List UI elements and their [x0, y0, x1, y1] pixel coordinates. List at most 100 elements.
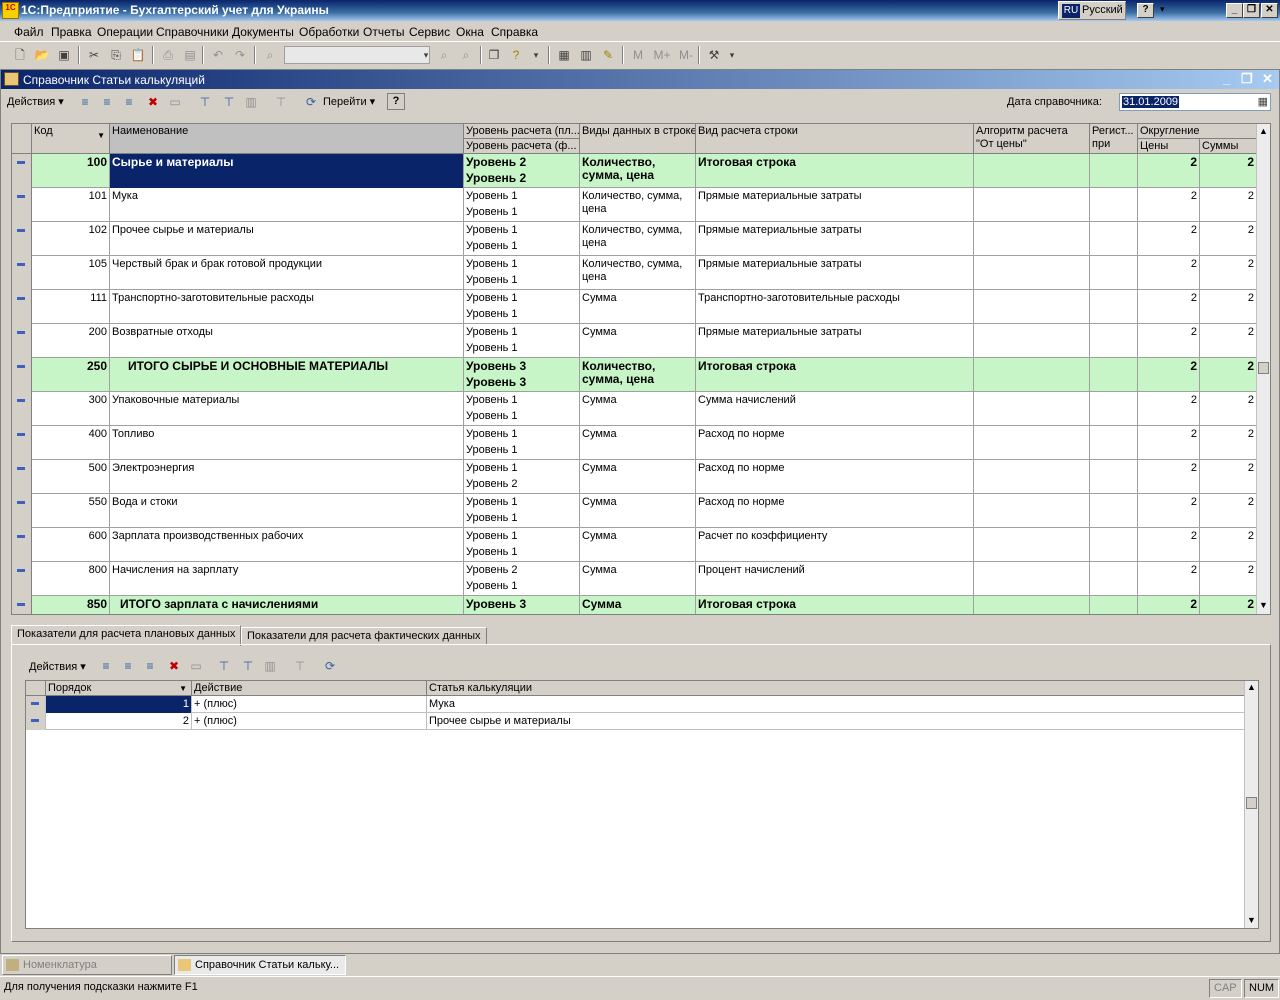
- cell-code[interactable]: 400: [32, 426, 110, 460]
- cell-sum[interactable]: 2: [1200, 290, 1257, 324]
- redo-icon[interactable]: ↷: [232, 47, 248, 63]
- column-header-item[interactable]: Статья калькуляции: [427, 681, 1245, 696]
- cell-name[interactable]: Черствый брак и брак готовой продукции: [110, 256, 464, 290]
- cell-register[interactable]: [1090, 460, 1138, 494]
- cell-data-kinds[interactable]: Сумма: [580, 494, 696, 528]
- memory-minus-button[interactable]: M-: [676, 47, 696, 63]
- cell-algorithm[interactable]: [974, 222, 1090, 256]
- chevron-down-icon[interactable]: ▾: [528, 47, 544, 63]
- cell-sum[interactable]: 2: [1200, 188, 1257, 222]
- calculator-icon[interactable]: ▦: [556, 47, 572, 63]
- help-icon[interactable]: ?: [508, 47, 524, 63]
- filter-list-icon[interactable]: ▥: [243, 94, 259, 110]
- date-input[interactable]: 31.01.2009 ▦: [1119, 93, 1271, 111]
- cell-name[interactable]: Прочее сырье и материалы: [110, 222, 464, 256]
- cell-level[interactable]: Уровень 1 Уровень 1: [464, 222, 580, 256]
- cell-name[interactable]: Сырье и материалы: [110, 154, 464, 188]
- preview-icon[interactable]: ▤: [182, 47, 198, 63]
- goto-menu-button[interactable]: Перейти ▾: [323, 95, 375, 108]
- table-row[interactable]: 100 Сырье и материалы Уровень 2 Уровень 2 Ко…: [12, 154, 1257, 188]
- menu-documents[interactable]: Документы: [232, 25, 294, 39]
- calendar-icon[interactable]: ▦: [1258, 95, 1268, 108]
- cell-register[interactable]: [1090, 358, 1138, 392]
- language-indicator[interactable]: RU Русский: [1058, 1, 1126, 20]
- cell-name[interactable]: Начисления на зарплату: [110, 562, 464, 596]
- filter-icon[interactable]: ⊤: [197, 94, 213, 110]
- find-icon[interactable]: ⌕: [262, 47, 278, 63]
- restore-button[interactable]: ❐: [1243, 3, 1260, 18]
- cell-algorithm[interactable]: [974, 324, 1090, 358]
- search-combo[interactable]: [284, 46, 430, 64]
- cell-level[interactable]: Уровень 1 Уровень 1: [464, 392, 580, 426]
- table-row[interactable]: 200 Возвратные отходы Уровень 1 Уровень 1 Су…: [12, 324, 1257, 358]
- cell-data-kinds[interactable]: Сумма: [580, 528, 696, 562]
- cell-sum[interactable]: 2: [1200, 562, 1257, 596]
- cell-calc-kind[interactable]: Расход по норме: [696, 494, 974, 528]
- cell-code[interactable]: 100: [32, 154, 110, 188]
- new-icon[interactable]: 🗋: [12, 47, 28, 63]
- cell-level[interactable]: Уровень 1 Уровень 1: [464, 528, 580, 562]
- windows-icon[interactable]: ❐: [486, 47, 502, 63]
- cell-calc-kind[interactable]: Итоговая строка: [696, 596, 974, 614]
- scroll-down-icon[interactable]: ▼: [1259, 600, 1268, 610]
- column-header-code[interactable]: Код ▼: [32, 124, 110, 154]
- tab-plan-indicators[interactable]: Показатели для расчета плановых данных: [11, 625, 242, 646]
- table-row[interactable]: 400 Топливо Уровень 1 Уровень 1 Сумма Расход …: [12, 426, 1257, 460]
- cell-algorithm[interactable]: [974, 460, 1090, 494]
- cell-sum[interactable]: 2: [1200, 460, 1257, 494]
- close-button[interactable]: ✕: [1261, 3, 1278, 18]
- column-header-sum[interactable]: Суммы: [1200, 139, 1257, 154]
- tab-fact-indicators[interactable]: Показатели для расчета фактических данны…: [241, 627, 487, 645]
- copy-row-icon[interactable]: ≡: [121, 94, 137, 110]
- cell-data-kinds[interactable]: Сумма: [580, 460, 696, 494]
- scroll-up-icon[interactable]: ▲: [1259, 126, 1268, 136]
- cell-price[interactable]: 2: [1138, 426, 1200, 460]
- cell-calc-kind[interactable]: Расчет по коэффициенту: [696, 528, 974, 562]
- cell-level[interactable]: Уровень 1 Уровень 1: [464, 426, 580, 460]
- cell-code[interactable]: 550: [32, 494, 110, 528]
- cell-level[interactable]: Уровень 1 Уровень 1: [464, 256, 580, 290]
- cell-data-kinds[interactable]: Сумма: [580, 562, 696, 596]
- cell-calc-kind[interactable]: Прямые материальные затраты: [696, 256, 974, 290]
- cell-calc-kind[interactable]: Сумма начислений: [696, 392, 974, 426]
- table-row[interactable]: 800 Начисления на зарплату Уровень 2 Уровен…: [12, 562, 1257, 596]
- copy-row-icon[interactable]: ≡: [142, 658, 158, 674]
- cell-name[interactable]: Вода и стоки: [110, 494, 464, 528]
- table-row[interactable]: 850 ИТОГО зарплата с начислениями Уровень …: [12, 596, 1257, 614]
- cell-sum[interactable]: 2: [1200, 494, 1257, 528]
- table-row[interactable]: 105 Черствый брак и брак готовой продукци…: [12, 256, 1257, 290]
- minimize-button[interactable]: _: [1226, 3, 1243, 18]
- scroll-thumb[interactable]: [1258, 362, 1269, 374]
- cell-sum[interactable]: 2: [1200, 222, 1257, 256]
- title-bar[interactable]: 1C 1С:Предприятие - Бухгалтерский учет д…: [0, 0, 1280, 21]
- cell-sum[interactable]: 2: [1200, 596, 1257, 614]
- cell-name[interactable]: Упаковочные материалы: [110, 392, 464, 426]
- column-header-calc-kind[interactable]: Вид расчета строки: [696, 124, 974, 154]
- table-row[interactable]: 300 Упаковочные материалы Уровень 1 Уровень…: [12, 392, 1257, 426]
- post-icon[interactable]: ▭: [167, 94, 183, 110]
- table-row[interactable]: 500 Электроэнергия Уровень 1 Уровень 2 Сумма…: [12, 460, 1257, 494]
- menu-service[interactable]: Сервис: [409, 25, 450, 39]
- menu-processing[interactable]: Обработки: [299, 25, 359, 39]
- cell-level[interactable]: Уровень 1 Уровень 1: [464, 290, 580, 324]
- filter-list-icon[interactable]: ▥: [262, 658, 278, 674]
- cell-calc-kind[interactable]: Процент начислений: [696, 562, 974, 596]
- memory-button[interactable]: M: [630, 47, 646, 63]
- cell-register[interactable]: [1090, 528, 1138, 562]
- cell-name[interactable]: Зарплата производственных рабочих: [110, 528, 464, 562]
- cell-data-kinds[interactable]: Сумма: [580, 324, 696, 358]
- cell-code[interactable]: 300: [32, 392, 110, 426]
- cell-name[interactable]: ИТОГО СЫРЬЕ И ОСНОВНЫЕ МАТЕРИАЛЫ: [110, 358, 464, 392]
- cell-algorithm[interactable]: [974, 562, 1090, 596]
- filter-value-icon[interactable]: ⊤: [240, 658, 256, 674]
- copy-icon[interactable]: ⎘: [108, 47, 124, 63]
- cell-code[interactable]: 250: [32, 358, 110, 392]
- cell-name[interactable]: Электроэнергия: [110, 460, 464, 494]
- cell-price[interactable]: 2: [1138, 460, 1200, 494]
- cut-icon[interactable]: ✂: [86, 47, 102, 63]
- task-cost-items[interactable]: Справочник Статьи кальку...: [174, 955, 346, 975]
- cell-code[interactable]: 600: [32, 528, 110, 562]
- cell-register[interactable]: [1090, 188, 1138, 222]
- cell-code[interactable]: 105: [32, 256, 110, 290]
- filter-icon[interactable]: ⊤: [216, 658, 232, 674]
